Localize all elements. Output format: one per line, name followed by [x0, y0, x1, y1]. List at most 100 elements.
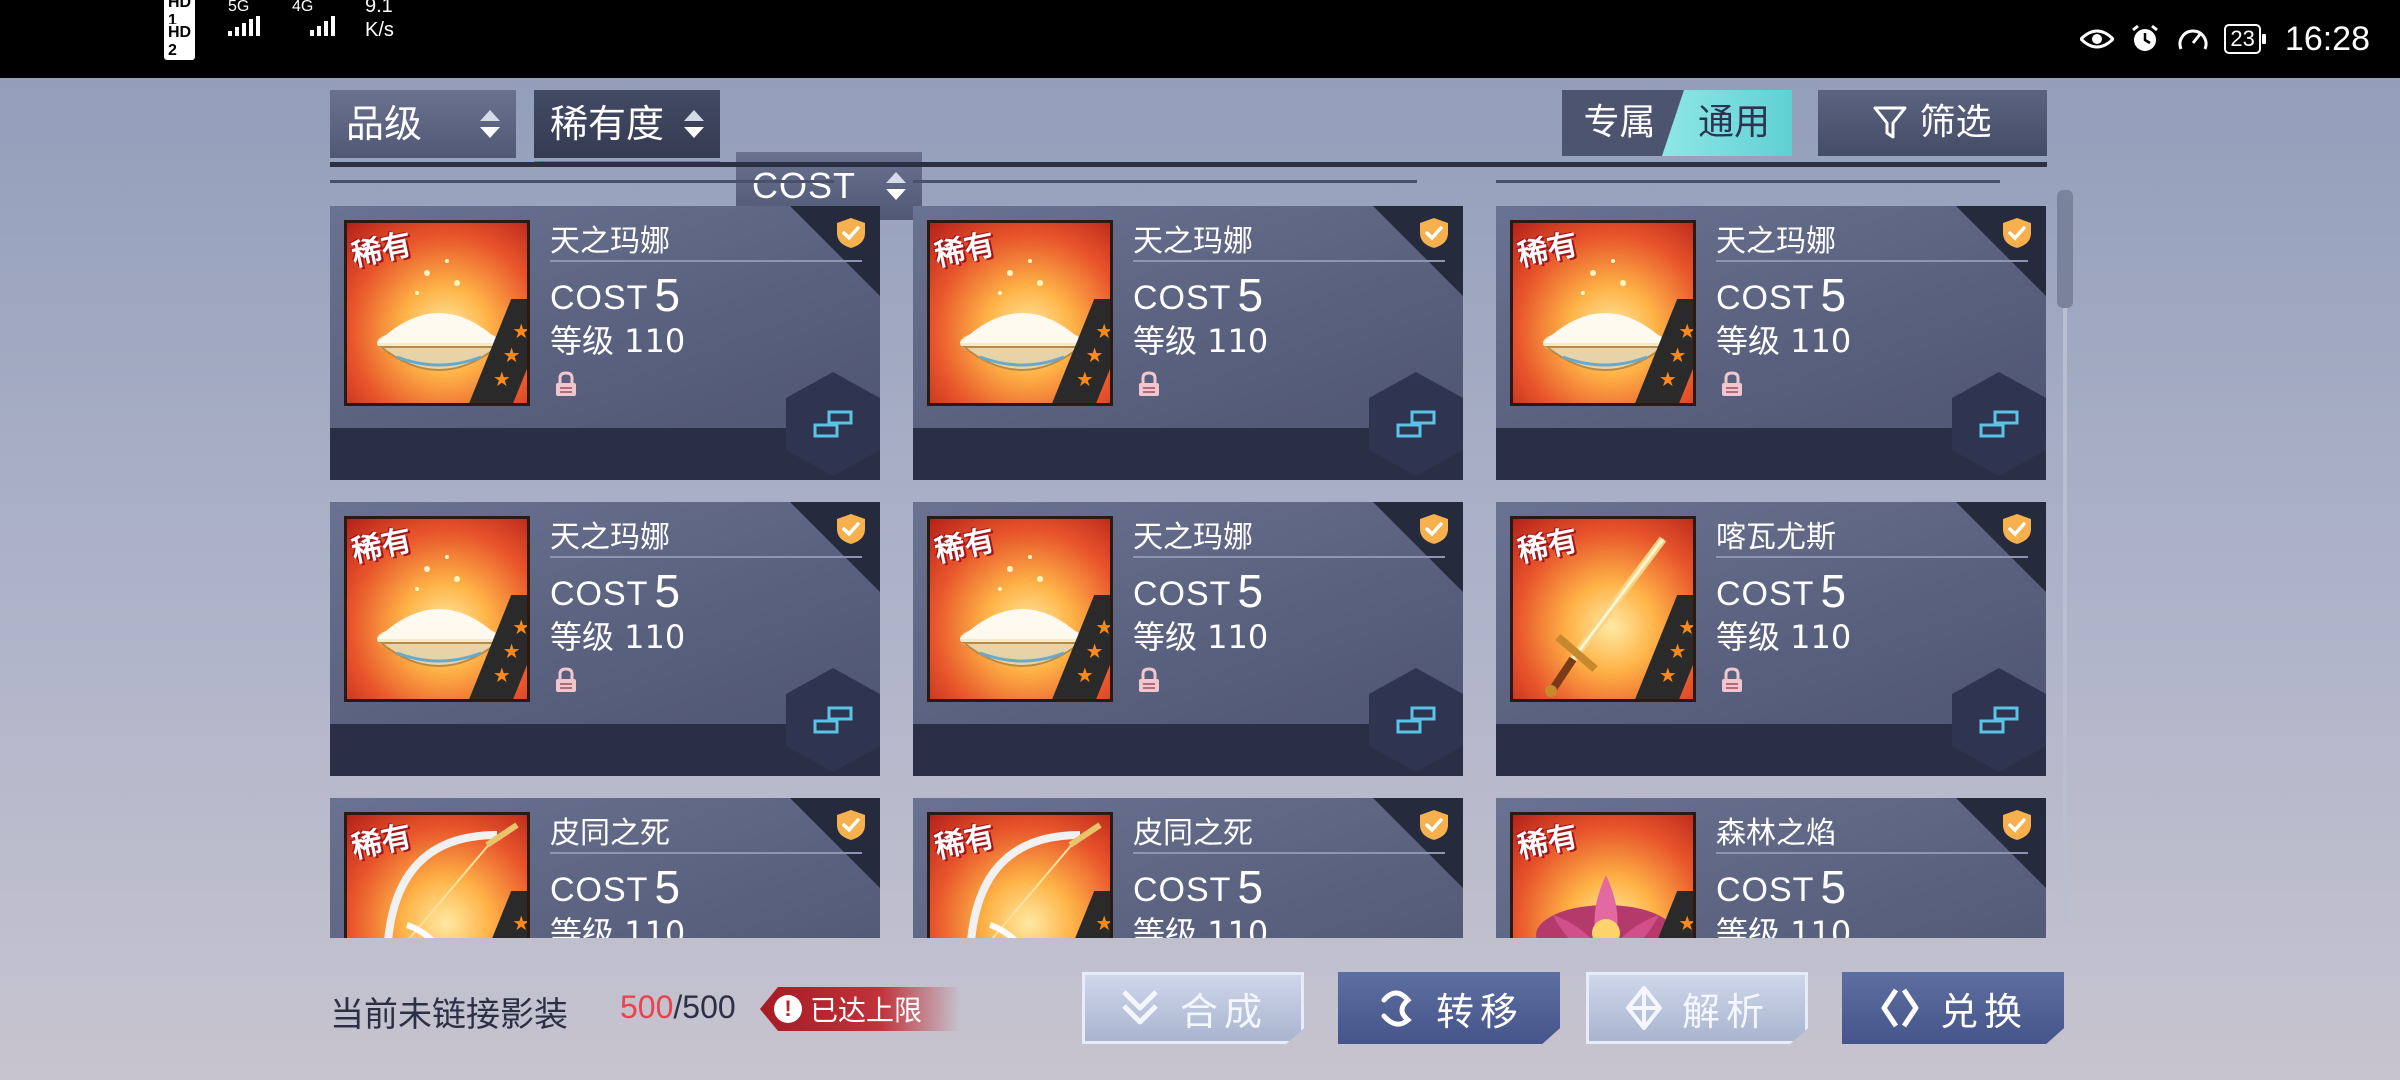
current-count: 500 — [620, 989, 674, 1025]
rarity-sort-button[interactable]: 稀有度 — [534, 90, 720, 166]
star-icon: ★ — [512, 615, 530, 639]
link-icon — [813, 410, 853, 438]
cost-value: 5 — [654, 269, 682, 321]
sort-arrows-icon — [684, 110, 704, 140]
cost-label: COST — [1133, 871, 1232, 909]
equipment-level: 等级 110 — [1716, 322, 1852, 360]
cost-label: COST — [1716, 279, 1815, 317]
equipment-name: 天之玛娜 — [1133, 224, 1253, 259]
cost-label: COST — [1716, 575, 1815, 613]
equipment-card[interactable]: 稀有★★★ 森林之焰 COST5等级 110 — [1496, 798, 2046, 938]
exchange-label: 兑换 — [1939, 989, 2028, 1034]
equipment-thumbnail: 稀有★★★ — [344, 516, 530, 702]
link-icon — [1396, 410, 1436, 438]
equipment-thumbnail: 稀有★★★ — [927, 516, 1113, 702]
analyze-icon — [1625, 986, 1662, 1030]
star-icon: ★ — [1095, 615, 1113, 639]
equipment-card[interactable]: 稀有 ★ ★ ★ 喀瓦尤斯 COST 5 等级 110 — [1496, 502, 2046, 776]
card-divider — [1133, 260, 1445, 262]
exchange-icon — [1881, 988, 1919, 1028]
exclusive-general-toggle[interactable]: 专属 通用 — [1562, 90, 1792, 156]
card-divider — [1716, 852, 2028, 854]
card-divider — [550, 556, 862, 558]
equipment-level: 等级 110 — [550, 914, 686, 938]
equipped-check-icon — [2003, 514, 2031, 544]
synthesize-label: 合成 — [1179, 989, 1268, 1034]
equipment-card[interactable]: 稀有 ★ ★ ★ 天之玛娜 COST 5 等级 110 — [1496, 206, 2046, 480]
equipment-thumbnail: 稀有★★★ — [1510, 516, 1696, 702]
star-icon: ★ — [1075, 367, 1094, 391]
equipment-level: 等级 110 — [1716, 914, 1852, 938]
equipment-card[interactable]: 稀有 ★ ★ ★ 天之玛娜 COST 5 等级 110 — [330, 502, 880, 776]
signal-icon-2 — [310, 16, 335, 36]
link-icon — [1396, 706, 1436, 734]
rarity-sort-label: 稀有度 — [550, 102, 665, 146]
star-icon: ★ — [1075, 663, 1094, 687]
status-right: 23 16:28 — [2080, 0, 2370, 78]
equipment-thumbnail: 稀有★★★ — [1510, 220, 1696, 406]
lock-icon[interactable] — [1718, 370, 1746, 398]
equipped-check-icon — [837, 810, 865, 840]
lock-icon[interactable] — [552, 666, 580, 694]
toggle-general[interactable]: 通用 — [1662, 90, 1792, 156]
star-icon: ★ — [1678, 615, 1696, 639]
lock-icon[interactable] — [1135, 370, 1163, 398]
card-divider — [1133, 852, 1445, 854]
star-icon: ★ — [503, 935, 521, 938]
equipment-thumbnail: 稀有★★★ — [927, 220, 1113, 406]
star-icon: ★ — [1678, 319, 1696, 343]
card-divider — [1716, 556, 2028, 558]
synthesize-button[interactable]: 合成 — [1082, 972, 1304, 1044]
scrollbar-thumb[interactable] — [2057, 190, 2073, 308]
exchange-button[interactable]: 兑换 — [1842, 972, 2064, 1044]
transfer-label: 转移 — [1435, 989, 1524, 1034]
column-top-line — [330, 180, 834, 183]
star-icon: ★ — [1658, 367, 1677, 391]
equipment-card[interactable]: 稀有 ★ ★ ★ 天之玛娜 COST 5 等级 110 — [330, 206, 880, 480]
star-icon: ★ — [1668, 639, 1687, 663]
equipment-cost: COST 5 — [550, 564, 681, 618]
grade-sort-button[interactable]: 品级 — [330, 90, 516, 158]
equipment-name: 天之玛娜 — [1133, 520, 1253, 555]
equipment-cost: COST 5 — [550, 268, 681, 322]
column-top-line — [1496, 180, 2000, 183]
toggle-exclusive[interactable]: 专属 — [1562, 90, 1677, 156]
equipment-name: 天之玛娜 — [550, 224, 670, 259]
analyze-button[interactable]: 解析 — [1586, 972, 1808, 1044]
speedometer-icon — [2176, 22, 2210, 56]
column-top-line — [913, 180, 1417, 183]
network-speed: 9.1 K/s — [365, 0, 394, 42]
cost-label: COST — [550, 279, 649, 317]
equipment-cost: COST 5 — [550, 860, 681, 914]
equipment-cost: COST 5 — [1133, 860, 1264, 914]
filter-button[interactable]: 筛选 — [1818, 90, 2047, 156]
equipment-cost: COST 5 — [1716, 860, 1847, 914]
equipment-card[interactable]: 稀有 ★ ★ ★ 天之玛娜 COST 5 等级 110 — [913, 206, 1463, 480]
transfer-button[interactable]: 转移 — [1338, 972, 1560, 1044]
star-icon: ★ — [492, 367, 511, 391]
lock-icon[interactable] — [1718, 666, 1746, 694]
network-4g-label: 4G — [292, 0, 314, 15]
star-icon: ★ — [512, 319, 530, 343]
cost-value: 5 — [1237, 269, 1265, 321]
lock-icon[interactable] — [552, 370, 580, 398]
equipment-card[interactable]: 稀有 ★ ★ ★ 天之玛娜 COST 5 等级 110 — [913, 502, 1463, 776]
equipment-card[interactable]: 稀有★★★ 皮同之死 COST5等级 110 — [330, 798, 880, 938]
cost-value: 5 — [1820, 269, 1848, 321]
cost-value: 5 — [654, 861, 682, 913]
star-icon: ★ — [502, 343, 521, 367]
equipment-grid[interactable]: 稀有 ★ ★ ★ 天之玛娜 COST 5 等级 110 稀有 ★ ★ ★ 天之玛娜 COST 5 等级 110… — [330, 180, 2072, 938]
signal-icon — [228, 16, 260, 36]
equipment-thumbnail: 稀有★★★ — [1510, 812, 1696, 938]
limit-reached-badge: ! 已达上限 — [760, 987, 960, 1031]
equipment-name: 皮同之死 — [1133, 816, 1253, 851]
lock-icon[interactable] — [1135, 666, 1163, 694]
synthesize-icon — [1122, 990, 1158, 1025]
equipped-check-icon — [2003, 810, 2031, 840]
equipment-name: 喀瓦尤斯 — [1716, 520, 1836, 555]
equipment-name: 天之玛娜 — [550, 520, 670, 555]
equipment-card[interactable]: 稀有★★★ 皮同之死 COST5等级 110 — [913, 798, 1463, 938]
link-icon — [1979, 706, 2019, 734]
transfer-icon — [1381, 990, 1412, 1027]
equipment-cost: COST 5 — [1133, 564, 1264, 618]
